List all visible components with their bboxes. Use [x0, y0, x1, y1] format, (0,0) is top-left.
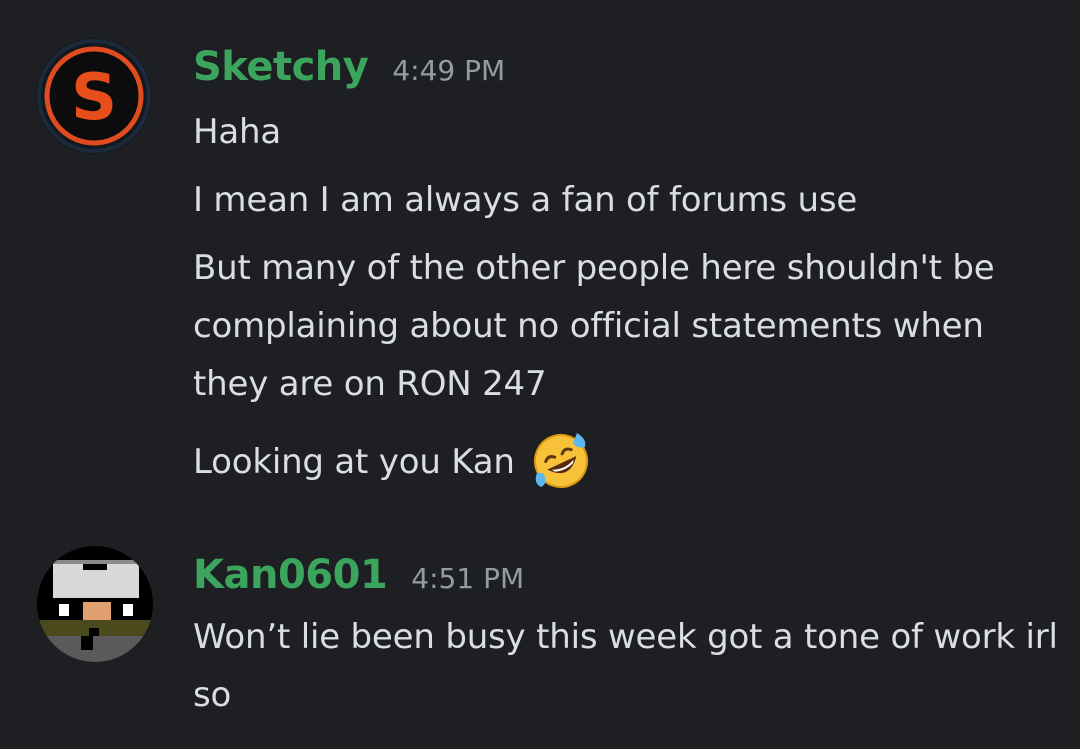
username[interactable]: Kan0601: [193, 552, 388, 598]
chat-log: S Sketchy 4:49 PM Haha I mean I am alway…: [0, 0, 1080, 749]
avatar[interactable]: S: [36, 38, 152, 154]
message-text: Looking at you Kan: [193, 442, 515, 482]
letter-s-logo-icon: S: [36, 38, 152, 154]
avatar[interactable]: [37, 546, 153, 662]
timestamp[interactable]: 4:51 PM: [411, 562, 524, 595]
timestamp[interactable]: 4:49 PM: [392, 54, 505, 87]
message-text: I mean I am always a fan of forums use: [193, 180, 858, 220]
rolling-on-floor-laughing-emoji-icon[interactable]: [529, 427, 593, 491]
message-text-with-emoji: Looking at you Kan: [193, 427, 1063, 491]
message-text: Won’t lie been busy this week got a tone…: [193, 617, 1058, 715]
avatar-letter: S: [71, 61, 117, 135]
pixel-art-avatar-icon: [37, 546, 153, 662]
message-header: Sketchy 4:49 PM: [193, 44, 505, 90]
message-header: Kan0601 4:51 PM: [193, 552, 524, 598]
message-text: But many of the other people here should…: [193, 248, 995, 404]
message-text: Haha: [193, 112, 281, 152]
username[interactable]: Sketchy: [193, 44, 369, 90]
